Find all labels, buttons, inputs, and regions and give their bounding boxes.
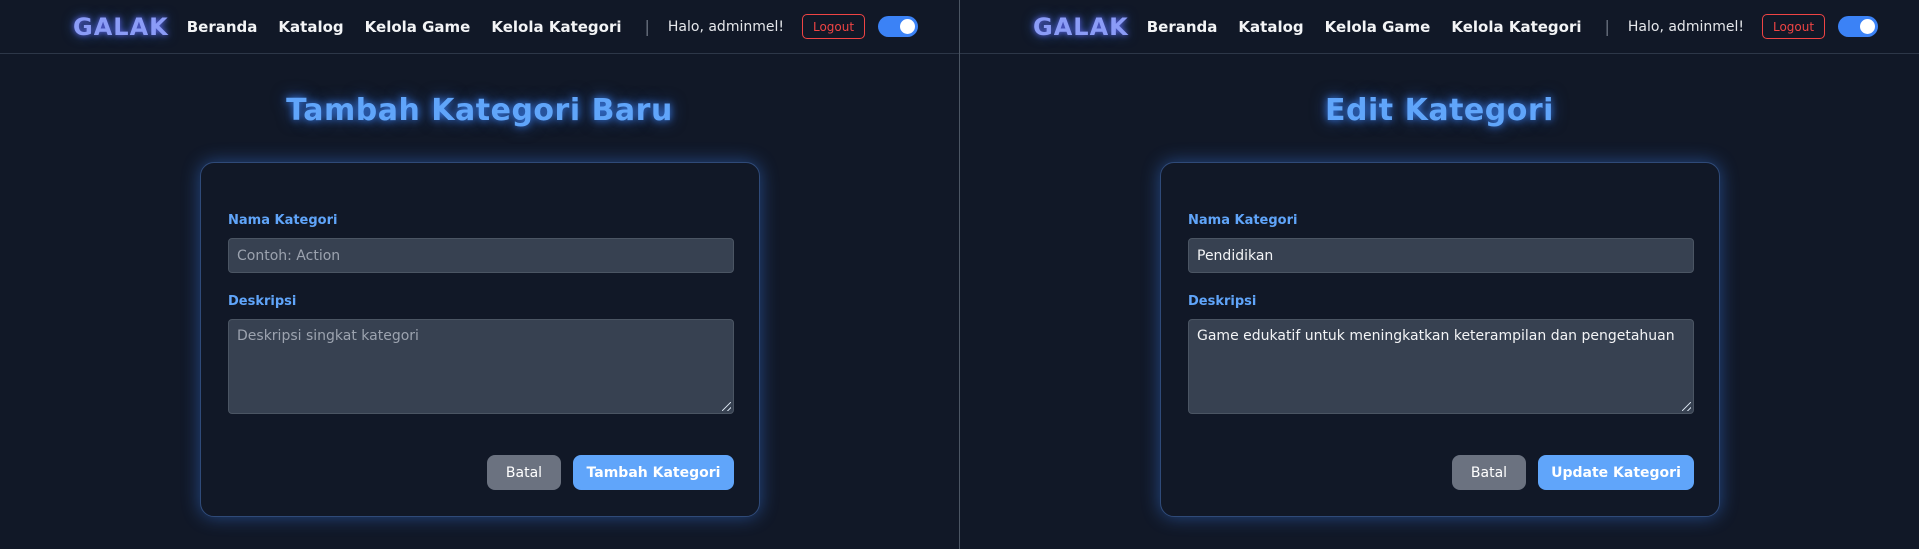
add-category-button[interactable]: Tambah Kategori [573,455,734,490]
user-greeting: Halo, adminmel! [667,18,784,35]
category-description-textarea[interactable]: Game edukatif untuk meningkatkan keteram… [1188,319,1694,414]
theme-toggle[interactable] [878,16,919,37]
description-placeholder: Deskripsi singkat kategori [237,328,419,344]
name-label: Nama Kategori [1188,213,1298,228]
toggle-knob [1860,19,1876,34]
description-label: Deskripsi [228,294,297,309]
logout-button[interactable]: Logout [801,14,866,39]
add-category-form: Nama Kategori Contoh: Action Deskripsi D… [200,162,760,517]
page-title: Edit Kategori [1325,93,1554,128]
logout-button[interactable]: Logout [1761,14,1826,39]
category-name-input[interactable]: Contoh: Action [228,238,734,273]
nav-link-beranda[interactable]: Beranda [187,18,258,36]
category-description-textarea[interactable]: Deskripsi singkat kategori [228,319,734,414]
update-category-button[interactable]: Update Kategori [1538,455,1694,490]
cancel-button[interactable]: Batal [1452,455,1526,490]
add-category-pane: GALAK Beranda Katalog Kelola Game Kelola… [0,0,959,549]
navbar: GALAK Beranda Katalog Kelola Game Kelola… [0,0,959,54]
resize-grip-icon[interactable] [722,402,731,411]
name-label: Nama Kategori [228,213,338,228]
cancel-button[interactable]: Batal [487,455,561,490]
nav-link-kelola-kategori[interactable]: Kelola Kategori [491,18,621,36]
nav-separator: | [644,17,650,36]
theme-toggle[interactable] [1838,16,1879,37]
nav-link-kelola-game[interactable]: Kelola Game [365,18,471,36]
nav-link-kelola-game[interactable]: Kelola Game [1325,18,1431,36]
description-value: Game edukatif untuk meningkatkan keteram… [1197,328,1675,344]
edit-category-form: Nama Kategori Pendidikan Deskripsi Game … [1160,162,1720,517]
nav-separator: | [1604,17,1610,36]
page-title: Tambah Kategori Baru [286,93,673,128]
logo[interactable]: GALAK [73,13,169,41]
nav-link-beranda[interactable]: Beranda [1147,18,1218,36]
resize-grip-icon[interactable] [1682,402,1691,411]
navbar: GALAK Beranda Katalog Kelola Game Kelola… [960,0,1919,54]
edit-category-pane: GALAK Beranda Katalog Kelola Game Kelola… [960,0,1919,549]
nav-link-katalog[interactable]: Katalog [1238,18,1303,36]
nav-link-katalog[interactable]: Katalog [278,18,343,36]
user-greeting: Halo, adminmel! [1627,18,1744,35]
toggle-knob [900,19,916,34]
logo[interactable]: GALAK [1033,13,1129,41]
description-label: Deskripsi [1188,294,1257,309]
category-name-input[interactable]: Pendidikan [1188,238,1694,273]
nav-link-kelola-kategori[interactable]: Kelola Kategori [1451,18,1581,36]
